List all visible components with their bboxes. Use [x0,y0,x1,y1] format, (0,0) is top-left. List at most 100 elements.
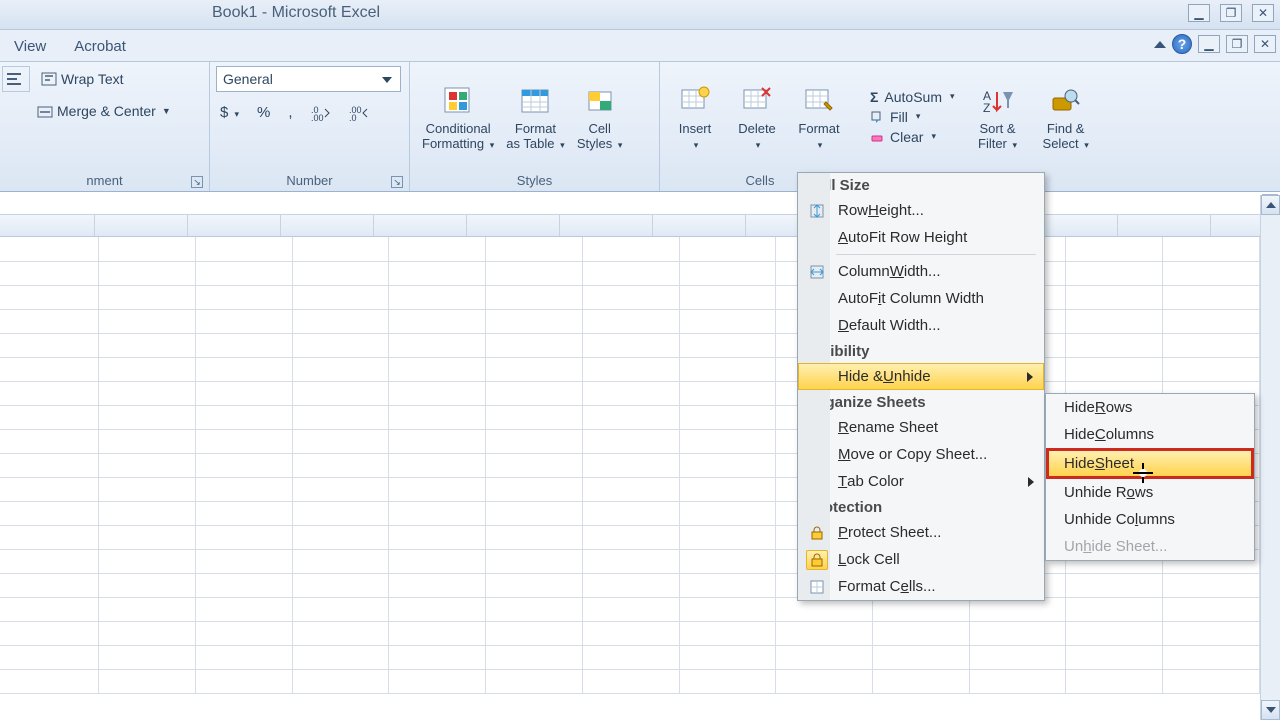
help-icon[interactable]: ? [1172,34,1192,54]
submenu-unhide-columns[interactable]: Unhide Columns [1046,506,1254,533]
delete-cells-icon [739,83,775,119]
menu-section-protection: Protection [798,495,1044,519]
format-cells-icon [806,577,828,597]
titlebar: Book1 - Microsoft Excel ▁ ❐ ✕ [0,0,1280,30]
scroll-up-button[interactable] [1261,195,1280,215]
indent-button[interactable] [2,66,30,92]
wrap-text-label: Wrap Text [61,71,124,87]
cell-styles-icon [582,83,618,119]
sort-filter-icon: AZ [980,83,1016,119]
comma-button[interactable]: , [284,102,296,123]
submenu-unhide-rows[interactable]: Unhide Rows [1046,479,1254,506]
submenu-unhide-sheet[interactable]: Unhide Sheet... [1046,533,1254,560]
workbook-close-button[interactable]: ✕ [1254,35,1276,53]
format-cells-label: Format [798,121,839,136]
menu-row-height[interactable]: Row Height... [798,197,1044,224]
format-as-table-button[interactable]: Formatas Table ▾ [500,81,570,153]
window-title: Book1 - Microsoft Excel [212,4,380,22]
autosum-button[interactable]: ΣAutoSum ▾ [866,88,959,106]
menu-column-width[interactable]: Column Width... [798,258,1044,285]
menu-tab-color[interactable]: Tab Color [798,468,1044,495]
group-number-label: Number↘ [210,171,409,191]
format-dropdown-menu: Cell Size Row Height... AutoFit Row Heig… [797,172,1045,601]
menu-hide-unhide[interactable]: Hide & Unhide [798,363,1044,390]
decrease-decimal-button[interactable]: .00.0 [345,103,373,123]
menu-lock-cell[interactable]: Lock Cell [798,546,1044,573]
minimize-button[interactable]: ▁ [1188,4,1210,22]
tab-acrobat[interactable]: Acrobat [60,33,140,61]
column-width-icon [806,262,828,282]
wrap-text-button[interactable]: Wrap Text [36,68,129,90]
increase-decimal-button[interactable]: .0.00 [307,103,335,123]
tab-view[interactable]: View [0,33,60,61]
submenu-hide-columns[interactable]: Hide Columns [1046,421,1254,448]
lock-cell-icon [806,550,828,570]
menu-section-organize: Organize Sheets [798,390,1044,414]
number-format-combo[interactable]: General [216,66,401,92]
svg-text:.00: .00 [311,113,324,121]
wrap-text-icon [41,72,57,86]
conditional-formatting-label: ConditionalFormatting [422,121,491,151]
format-cells-button[interactable]: Format▾ [790,81,848,153]
sort-filter-button[interactable]: AZ Sort &Filter ▾ [969,81,1027,153]
conditional-formatting-icon [440,83,476,119]
cell-styles-label: CellStyles [577,121,612,151]
group-alignment-label: nment↘ [0,171,209,191]
sigma-icon: Σ [870,89,878,105]
submenu-arrow-icon [1028,477,1034,487]
merge-center-button[interactable]: Merge & Center ▼ [32,100,176,122]
submenu-arrow-icon [1027,372,1033,382]
menu-move-copy-sheet[interactable]: Move or Copy Sheet... [798,441,1044,468]
workbook-restore-button[interactable]: ❐ [1226,35,1248,53]
fill-button[interactable]: Fill ▾ [866,108,959,126]
percent-button[interactable]: % [253,102,274,123]
close-button[interactable]: ✕ [1252,4,1274,22]
minimize-ribbon-icon[interactable] [1154,41,1166,48]
cell-styles-button[interactable]: CellStyles ▾ [571,81,629,153]
eraser-icon [870,130,884,144]
format-as-table-icon [517,83,553,119]
find-select-label: Find &Select [1043,121,1085,151]
group-styles-label: Styles [410,171,659,191]
delete-cells-label: Delete [738,121,776,136]
delete-cells-button[interactable]: Delete▾ [728,81,786,153]
find-select-button[interactable]: Find &Select ▾ [1037,81,1095,153]
scroll-down-button[interactable] [1261,700,1280,720]
ribbon: Wrap Text Merge & Center ▼ nment↘ Genera… [0,62,1280,192]
submenu-hide-rows[interactable]: Hide Rows [1046,394,1254,421]
menu-autofit-column-width[interactable]: AutoFit Column Width [798,285,1044,312]
format-as-table-label: Formatas Table [506,121,556,151]
vertical-scrollbar[interactable] [1260,195,1280,720]
menu-autofit-row-height[interactable]: AutoFit Row Height [798,224,1044,251]
insert-cells-icon [677,83,713,119]
svg-text:.0: .0 [349,113,357,121]
menu-protect-sheet[interactable]: Protect Sheet... [798,519,1044,546]
hide-unhide-submenu: Hide Rows Hide Columns Hide Sheet Unhide… [1045,393,1255,561]
merge-center-icon [37,104,53,118]
format-cells-icon [801,83,837,119]
fill-icon [870,110,884,124]
menu-section-visibility: Visibility [798,339,1044,363]
dialog-launcher-icon[interactable]: ↘ [391,176,403,188]
insert-cells-button[interactable]: Insert▾ [666,81,724,153]
clear-button[interactable]: Clear ▾ [866,128,959,146]
currency-button[interactable]: $ ▾ [216,102,243,123]
restore-button[interactable]: ❐ [1220,4,1242,22]
conditional-formatting-button[interactable]: ConditionalFormatting ▾ [416,81,500,153]
menu-rename-sheet[interactable]: Rename Sheet [798,414,1044,441]
find-select-icon [1048,83,1084,119]
workbook-minimize-button[interactable]: ▁ [1198,35,1220,53]
menu-format-cells[interactable]: Format Cells... [798,573,1044,600]
menu-section-cell-size: Cell Size [798,173,1044,197]
dialog-launcher-icon[interactable]: ↘ [191,176,203,188]
svg-text:Z: Z [983,101,990,115]
row-height-icon [806,201,828,221]
submenu-hide-sheet[interactable]: Hide Sheet [1046,448,1254,479]
merge-center-label: Merge & Center [57,103,156,119]
column-headers[interactable] [0,215,1280,237]
insert-cells-label: Insert [679,121,712,136]
sort-filter-label: Sort &Filter [978,121,1016,151]
menu-default-width[interactable]: Default Width... [798,312,1044,339]
formula-bar[interactable]: ▾ [0,192,1280,215]
ribbon-tabs: View Acrobat ? ▁ ❐ ✕ [0,30,1280,62]
